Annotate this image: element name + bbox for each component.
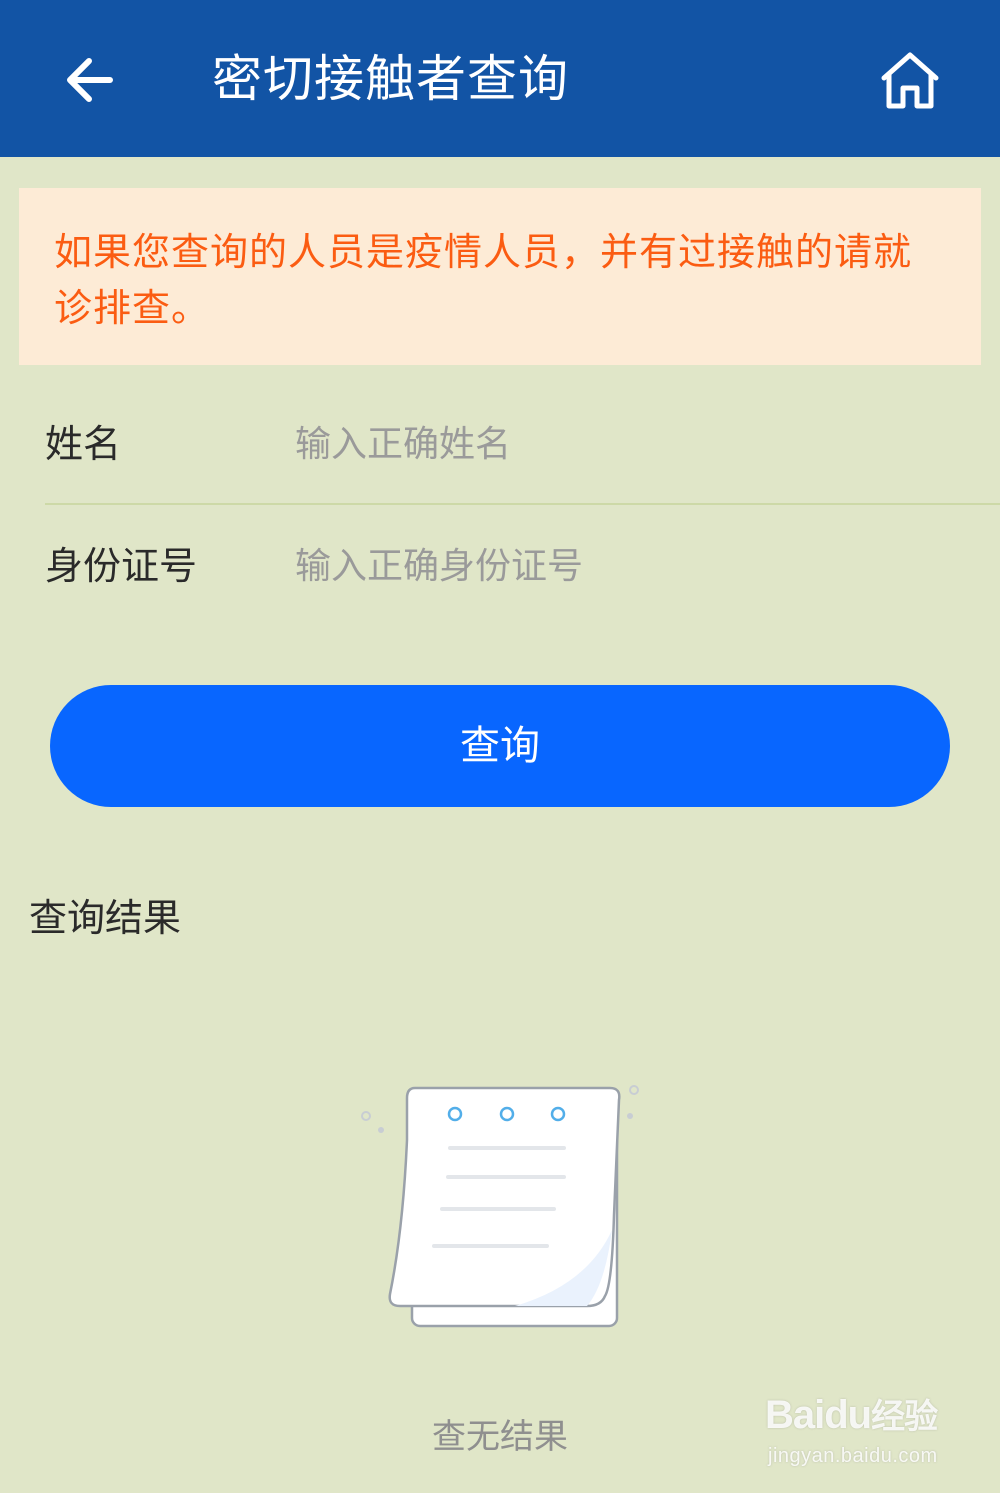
app-header: 密切接触者查询 (0, 0, 1000, 157)
id-number-input[interactable] (295, 531, 975, 601)
watermark-logo: Baidu经验 (765, 1393, 938, 1437)
back-button[interactable] (58, 48, 122, 112)
results-section-title: 查询结果 (29, 896, 182, 940)
name-input[interactable] (295, 409, 975, 479)
home-button[interactable] (876, 48, 944, 114)
home-icon (881, 52, 939, 109)
arrow-left-icon (67, 58, 113, 102)
watermark-url: jingyan.baidu.com (768, 1445, 938, 1467)
query-button[interactable]: 查询 (50, 685, 950, 807)
id-number-label: 身份证号 (45, 544, 198, 588)
name-label: 姓名 (45, 422, 122, 466)
contact-query-page: 密切接触者查询 如果您查询的人员是疫情人员，并有过接触的请就诊排查。 姓名 身份… (0, 0, 1000, 1493)
baidu-jingyan-watermark: Baidu经验 jingyan.baidu.com (765, 1385, 965, 1475)
warning-notice-text: 如果您查询的人员是疫情人员，并有过接触的请就诊排查。 (54, 230, 913, 330)
empty-notepad-icon (355, 1080, 645, 1335)
id-number-field-row: 身份证号 (45, 507, 1000, 627)
page-title: 密切接触者查询 (212, 50, 569, 108)
warning-notice: 如果您查询的人员是疫情人员，并有过接触的请就诊排查。 (19, 188, 981, 365)
name-field-row: 姓名 (45, 385, 1000, 505)
